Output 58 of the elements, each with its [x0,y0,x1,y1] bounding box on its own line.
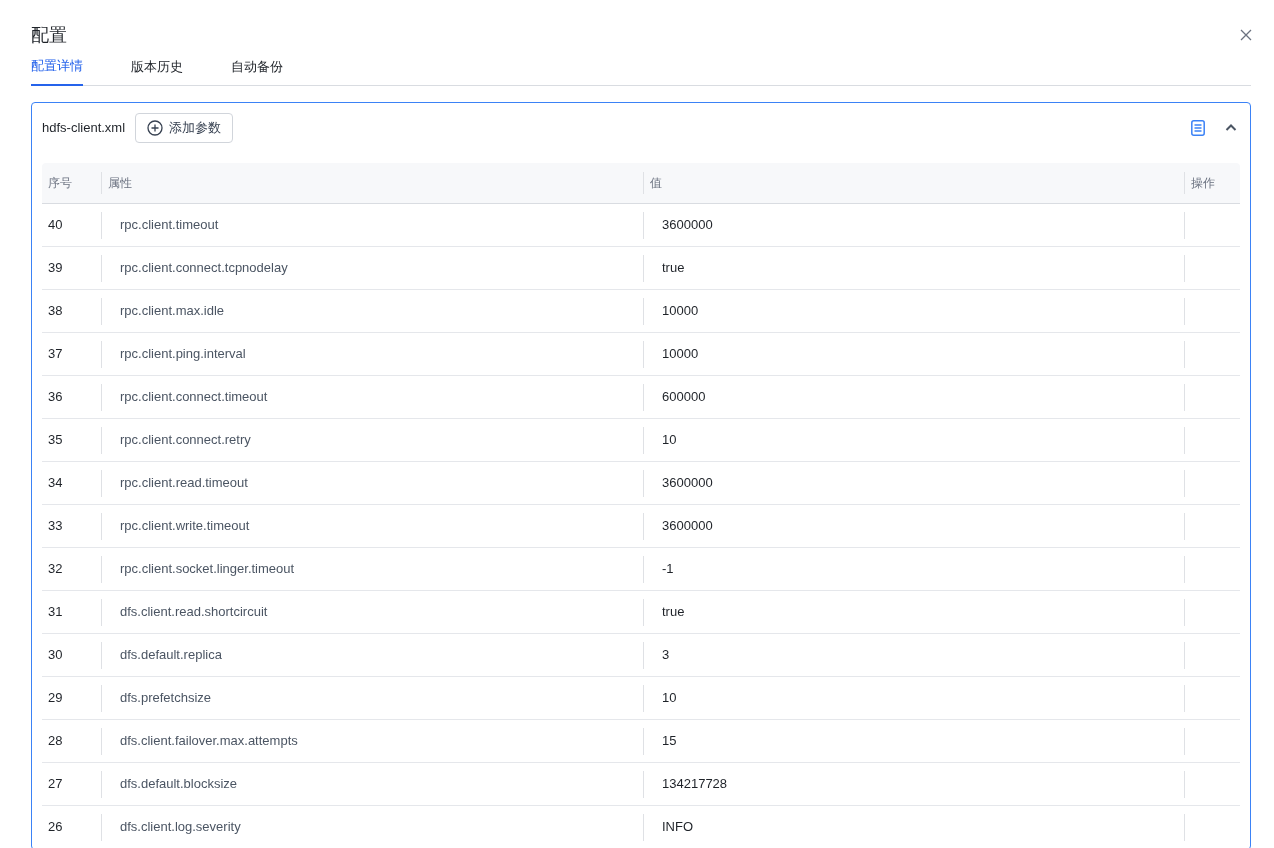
table-cell-text: rpc.client.connect.retry [119,431,251,450]
table-cell-text: dfs.default.blocksize [119,775,238,794]
table-cell-text: 33 [47,517,63,536]
table-cell-text: INFO [661,818,694,837]
table-cell-text: rpc.client.write.timeout [119,517,250,536]
table-cell-text: 10 [661,431,677,450]
table-cell-text: rpc.client.read.timeout [119,474,248,493]
table-cell-text: 29 [47,689,63,708]
table-cell-text: 10000 [661,302,699,321]
column-header: 值 [649,175,662,192]
table-cell-text: rpc.client.connect.tcpnodelay [119,259,288,278]
column-header: 序号 [47,175,72,192]
table-cell-text: 40 [47,216,63,235]
table-cell-text: 15 [661,732,677,751]
column-header: 操作 [1190,175,1215,192]
tab[interactable]: 版本历史 [131,56,183,86]
table-cell-text: 3 [661,646,670,665]
table-cell-text: 30 [47,646,63,665]
table-cell-text: rpc.client.socket.linger.timeout [119,560,295,579]
table-cell-text: 10 [661,689,677,708]
table-cell-text: true [661,259,685,278]
file-name: hdfs-client.xml [42,119,126,138]
table-cell-text: 3600000 [661,474,713,493]
table-cell-text: 36 [47,388,63,407]
document-icon[interactable] [1191,120,1205,136]
table-cell-text: 28 [47,732,63,751]
table-cell-text: dfs.default.replica [119,646,222,665]
table-cell-text: dfs.client.log.severity [119,818,241,837]
table-cell-text: 31 [47,603,63,622]
table-cell-text: 37 [47,345,63,364]
table-cell-text: 27 [47,775,63,794]
table-cell-text: 3600000 [661,517,713,536]
close-icon[interactable] [1239,28,1253,42]
table-cell-text: 39 [47,259,63,278]
table-cell-text: rpc.client.connect.timeout [119,388,268,407]
tab[interactable]: 自动备份 [231,56,283,86]
table-cell-text: true [661,603,685,622]
table-cell-text: 3600000 [661,216,713,235]
table-cell-text: -1 [661,560,674,579]
plus-circle-icon [147,120,164,136]
table-cell-text: dfs.client.failover.max.attempts [119,732,298,751]
column-header: 属性 [107,175,132,192]
table-cell-text: rpc.client.timeout [119,216,219,235]
table-cell-text: 35 [47,431,63,450]
table-cell-text: rpc.client.ping.interval [119,345,246,364]
table-cell-text: 38 [47,302,63,321]
tab[interactable]: 配置详情 [31,56,83,86]
add-parameter-button[interactable]: 添加参数 [135,113,234,143]
table-cell-text: 34 [47,474,63,493]
table-cell-text: 600000 [661,388,706,407]
table-cell-text: 32 [47,560,63,579]
table-cell-text: dfs.prefetchsize [119,689,212,708]
table-cell-text: rpc.client.max.idle [119,302,225,321]
table-cell-text: dfs.client.read.shortcircuit [119,603,268,622]
table-cell-text: 10000 [661,345,699,364]
table-cell-text: 134217728 [661,775,728,794]
table-cell-text: 26 [47,818,63,837]
dialog-title: 配置 [31,24,67,47]
